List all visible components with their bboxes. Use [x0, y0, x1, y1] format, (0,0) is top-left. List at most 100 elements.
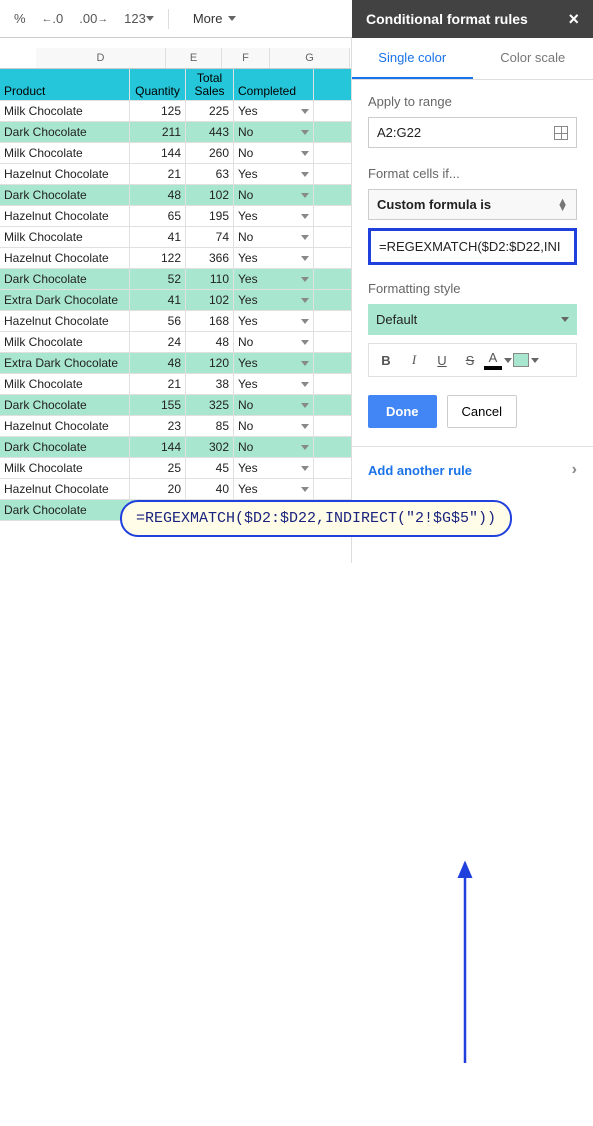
table-row[interactable]: Milk Chocolate4174No: [0, 227, 351, 248]
cell-sales[interactable]: 38: [186, 374, 234, 394]
cell-completed[interactable]: No: [234, 437, 314, 457]
dropdown-icon[interactable]: [301, 172, 309, 177]
dropdown-icon[interactable]: [301, 445, 309, 450]
cell-qty[interactable]: 21: [130, 164, 186, 184]
add-rule-link[interactable]: Add another rule ›: [368, 461, 577, 479]
dropdown-icon[interactable]: [301, 193, 309, 198]
cell-qty[interactable]: 144: [130, 437, 186, 457]
table-row[interactable]: Milk Chocolate125225Yes: [0, 101, 351, 122]
cell-product[interactable]: Dark Chocolate: [0, 500, 130, 520]
col-header-F[interactable]: F: [222, 48, 270, 68]
format-number-button[interactable]: 123: [118, 7, 160, 30]
table-row[interactable]: Hazelnut Chocolate2040Yes: [0, 479, 351, 500]
col-header-E[interactable]: E: [166, 48, 222, 68]
formula-input[interactable]: =REGEXMATCH($D2:$D22,INI: [368, 228, 577, 265]
cell-product[interactable]: Dark Chocolate: [0, 122, 130, 142]
cell-product[interactable]: Extra Dark Chocolate: [0, 290, 130, 310]
dropdown-icon[interactable]: [301, 214, 309, 219]
dropdown-icon[interactable]: [301, 424, 309, 429]
cell-completed[interactable]: Yes: [234, 458, 314, 478]
increase-decimal-button[interactable]: .00→: [73, 7, 114, 30]
cell-qty[interactable]: 48: [130, 353, 186, 373]
cell-product[interactable]: Dark Chocolate: [0, 395, 130, 415]
cell-qty[interactable]: 144: [130, 143, 186, 163]
cell-product[interactable]: Milk Chocolate: [0, 332, 130, 352]
cell-product[interactable]: Extra Dark Chocolate: [0, 353, 130, 373]
dropdown-icon[interactable]: [301, 277, 309, 282]
cell-sales[interactable]: 110: [186, 269, 234, 289]
cell-completed[interactable]: Yes: [234, 206, 314, 226]
cell-qty[interactable]: 56: [130, 311, 186, 331]
cell-qty[interactable]: 24: [130, 332, 186, 352]
cell-qty[interactable]: 65: [130, 206, 186, 226]
table-row[interactable]: Hazelnut Chocolate2385No: [0, 416, 351, 437]
cancel-button[interactable]: Cancel: [447, 395, 517, 428]
cell-completed[interactable]: Yes: [234, 101, 314, 121]
cell-sales[interactable]: 366: [186, 248, 234, 268]
cell-qty[interactable]: 41: [130, 227, 186, 247]
grid-icon[interactable]: [554, 126, 568, 140]
table-row[interactable]: Milk Chocolate2448No: [0, 332, 351, 353]
cell-qty[interactable]: 41: [130, 290, 186, 310]
table-row[interactable]: Hazelnut Chocolate2163Yes: [0, 164, 351, 185]
cell-product[interactable]: Hazelnut Chocolate: [0, 479, 130, 499]
cell-qty[interactable]: 20: [130, 479, 186, 499]
dropdown-icon[interactable]: [301, 382, 309, 387]
done-button[interactable]: Done: [368, 395, 437, 428]
cell-product[interactable]: Hazelnut Chocolate: [0, 311, 130, 331]
cell-sales[interactable]: 302: [186, 437, 234, 457]
cell-sales[interactable]: 45: [186, 458, 234, 478]
condition-dropdown[interactable]: Custom formula is ▲▼: [368, 189, 577, 220]
cell-completed[interactable]: Yes: [234, 479, 314, 499]
cell-sales[interactable]: 102: [186, 290, 234, 310]
cell-completed[interactable]: Yes: [234, 311, 314, 331]
cell-sales[interactable]: 40: [186, 479, 234, 499]
dropdown-icon[interactable]: [301, 319, 309, 324]
cell-product[interactable]: Hazelnut Chocolate: [0, 248, 130, 268]
dropdown-icon[interactable]: [301, 298, 309, 303]
cell-sales[interactable]: 195: [186, 206, 234, 226]
table-row[interactable]: Extra Dark Chocolate48120Yes: [0, 353, 351, 374]
cell-qty[interactable]: 52: [130, 269, 186, 289]
table-row[interactable]: Extra Dark Chocolate41102Yes: [0, 290, 351, 311]
cell-completed[interactable]: No: [234, 143, 314, 163]
cell-product[interactable]: Milk Chocolate: [0, 374, 130, 394]
cell-completed[interactable]: Yes: [234, 248, 314, 268]
cell-sales[interactable]: 443: [186, 122, 234, 142]
cell-sales[interactable]: 260: [186, 143, 234, 163]
cell-qty[interactable]: 122: [130, 248, 186, 268]
cell-product[interactable]: Milk Chocolate: [0, 101, 130, 121]
more-button[interactable]: More: [187, 7, 243, 30]
table-row[interactable]: Hazelnut Chocolate65195Yes: [0, 206, 351, 227]
dropdown-icon[interactable]: [301, 256, 309, 261]
table-row[interactable]: Dark Chocolate48102No: [0, 185, 351, 206]
strike-button[interactable]: S: [457, 348, 483, 372]
cell-sales[interactable]: 74: [186, 227, 234, 247]
cell-completed[interactable]: No: [234, 395, 314, 415]
dropdown-icon[interactable]: [301, 235, 309, 240]
cell-sales[interactable]: 168: [186, 311, 234, 331]
tab-color-scale[interactable]: Color scale: [473, 38, 593, 79]
cell-sales[interactable]: 120: [186, 353, 234, 373]
table-row[interactable]: Milk Chocolate2545Yes: [0, 458, 351, 479]
dropdown-icon[interactable]: [301, 109, 309, 114]
dropdown-icon[interactable]: [301, 340, 309, 345]
cell-sales[interactable]: 63: [186, 164, 234, 184]
table-row[interactable]: Hazelnut Chocolate56168Yes: [0, 311, 351, 332]
table-row[interactable]: Dark Chocolate155325No: [0, 395, 351, 416]
table-row[interactable]: Dark Chocolate211443No: [0, 122, 351, 143]
cell-sales[interactable]: 102: [186, 185, 234, 205]
style-preview-dropdown[interactable]: Default: [368, 304, 577, 335]
cell-qty[interactable]: 21: [130, 374, 186, 394]
table-row[interactable]: Milk Chocolate2138Yes: [0, 374, 351, 395]
fill-color-button[interactable]: [513, 348, 539, 372]
spreadsheet[interactable]: D E F G Product Quantity TotalSales Comp…: [0, 38, 351, 563]
dropdown-icon[interactable]: [301, 466, 309, 471]
cell-completed[interactable]: No: [234, 185, 314, 205]
table-row[interactable]: Dark Chocolate52110Yes: [0, 269, 351, 290]
cell-completed[interactable]: No: [234, 416, 314, 436]
cell-product[interactable]: Milk Chocolate: [0, 458, 130, 478]
cell-product[interactable]: Dark Chocolate: [0, 437, 130, 457]
cell-completed[interactable]: Yes: [234, 374, 314, 394]
cell-qty[interactable]: 211: [130, 122, 186, 142]
